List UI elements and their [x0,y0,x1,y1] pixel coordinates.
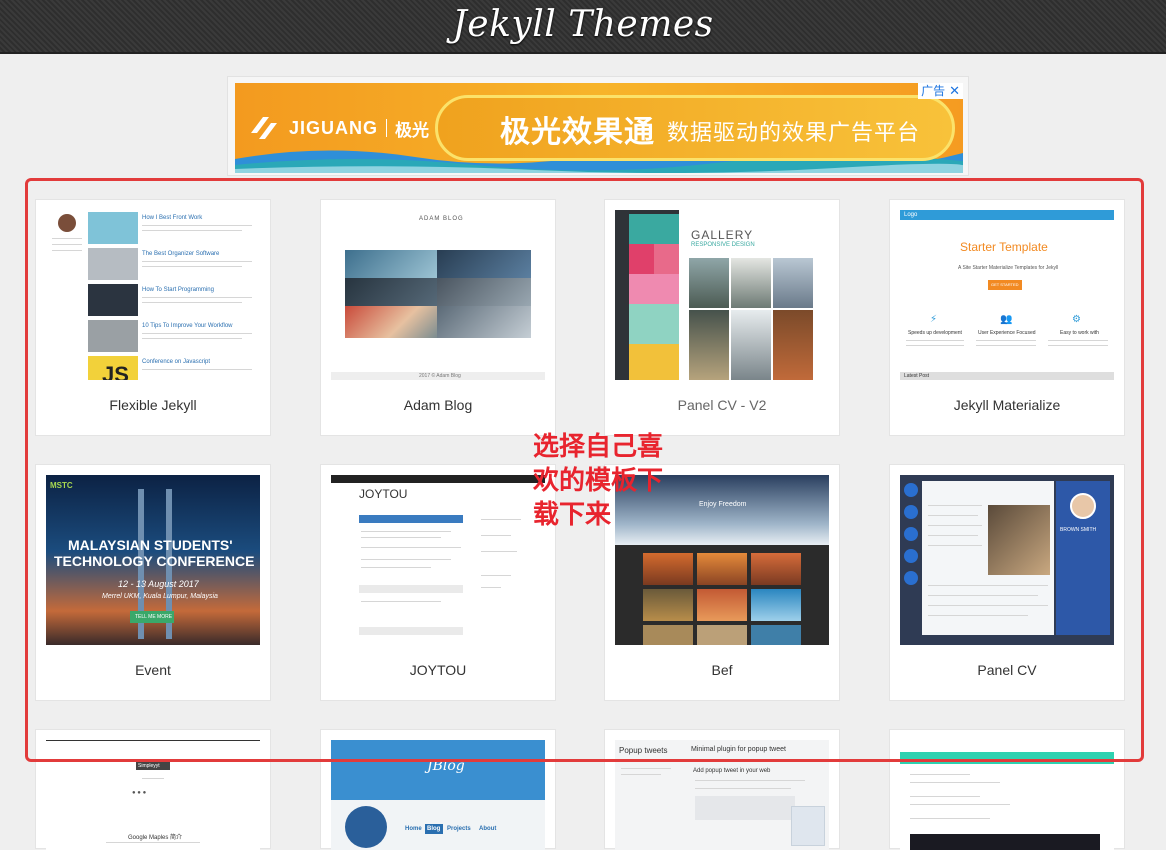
theme-title[interactable]: Adam Blog [321,397,555,413]
thumb-popup-title: Popup tweets [619,746,668,755]
theme-title[interactable]: Flexible Jekyll [36,397,270,413]
site-header: Jekyll Themes [0,0,1166,54]
ad-logo: JIGUANG 极光 [247,111,429,145]
thumb-footer: 2017 © Adam Blog [419,373,461,379]
thumb-button: GET STARTED [991,282,1019,287]
thumb-popup-heading: Add popup tweet in your web [693,768,771,774]
ad-slogan-main: 极光效果通 [500,115,655,150]
thumb-brand: ADAM BLOG [419,216,464,222]
thumb-popup-sub: Minimal plugin for popup tweet [691,746,786,753]
theme-card-jblog[interactable]: JBlog Home Blog Projects About [320,729,556,850]
thumb-heading: Starter Template [960,240,1048,254]
ad-divider [386,119,388,137]
avatar [345,806,387,848]
thumb-gallery-title: GALLERY [691,228,754,242]
ad-label: 广告 [921,84,946,98]
bolt-icon: ⚡ [930,314,938,325]
theme-thumbnail[interactable]: JOYTOU [331,475,545,645]
theme-card-adam-blog[interactable]: ADAM BLOG 2017 © Adam Blog Adam Blog [320,199,556,436]
thumb-simple-badge: Simpleyyt [138,763,160,769]
theme-card-panel-cv-v2[interactable]: GALLERY RESPONSIVE DESIGN Panel CV - V2 [604,199,840,436]
theme-card-joytou[interactable]: JOYTOU JOYTOU [320,464,556,701]
theme-thumbnail[interactable]: BROWN SMITH [900,475,1114,645]
theme-title[interactable]: Panel CV - V2 [605,397,839,413]
thumb-event-h1: MALAYSIAN STUDENTS' [68,537,233,553]
theme-card-jekyll-materialize[interactable]: Logo Starter Template A Site Starter Mat… [889,199,1125,436]
feature-title: Easy to work with [1060,330,1099,336]
site-title[interactable]: Jekyll Themes [452,4,713,45]
thumb-event-date: 12 - 13 August 2017 [118,579,199,589]
thumb-event-button: TELL ME MORE [135,614,173,620]
users-icon: 👥 [1000,314,1013,325]
theme-card-popup-tweets[interactable]: Popup tweets Minimal plugin for popup tw… [604,729,840,850]
thumb-event-h2: TECHNOLOGY CONFERENCE [54,553,255,569]
ad-frame: JIGUANG 极光 极光效果通 数据驱动的效果广告平台 广告 ✕ [227,76,969,176]
theme-thumbnail[interactable]: Popup tweets Minimal plugin for popup tw… [615,740,829,850]
theme-thumbnail[interactable]: ADAM BLOG 2017 © Adam Blog [331,210,545,380]
ad-choices-badge[interactable]: 广告 ✕ [918,83,963,99]
ad-brand: JIGUANG [289,117,379,138]
theme-card-panel-cv[interactable]: BROWN SMITH Panel CV [889,464,1125,701]
thumb-logo: Logo [904,212,918,218]
feature-title: Speeds up development [908,330,962,336]
thumb-bef-tagline: Enjoy Freedom [699,501,747,508]
theme-thumbnail[interactable] [900,740,1114,850]
ad-banner[interactable]: JIGUANG 极光 极光效果通 数据驱动的效果广告平台 广告 ✕ [235,83,963,173]
social-icons: ● ● ● [132,790,147,796]
gear-icon: ⚙ [1072,314,1081,325]
thumb-jblog-brand: JBlog [427,758,465,774]
avatar [1070,493,1096,519]
theme-card-unknown[interactable] [889,729,1125,850]
theme-thumbnail[interactable]: GALLERY RESPONSIVE DESIGN [615,210,829,380]
theme-title[interactable]: Jekyll Materialize [890,397,1124,413]
close-icon[interactable]: ✕ [949,83,960,99]
theme-thumbnail[interactable]: MSTC MALAYSIAN STUDENTS' TECHNOLOGY CONF… [46,475,260,645]
ad-brand-cn: 极光 [395,120,430,140]
thumb-jblog-nav: About [479,826,497,832]
post-title: How To Start Programming [142,287,214,293]
feature-title: User Experience Focused [978,330,1036,336]
theme-thumbnail[interactable]: How I Best Front Work The Best Organizer… [46,210,260,380]
thumb-event-venue: Merrel UKM, Kuala Lumpur, Malaysia [102,593,218,600]
theme-title[interactable]: Panel CV [890,662,1124,678]
thumb-joytou-brand: JOYTOU [359,487,408,501]
thumb-jblog-nav: Projects [447,826,471,832]
thumb-jblog-nav: Home [405,826,422,832]
thumb-event-logo: MSTC [50,481,73,490]
annotation-text: 选择自己喜欢的模板下载下来 [533,432,664,530]
theme-thumbnail[interactable]: Simpleyyt ● ● ● Google Maples 简介 [46,740,260,850]
thumb-latest: Latest Post [904,373,930,379]
theme-title[interactable]: JOYTOU [321,662,555,678]
thumb-jblog-nav: Blog [427,826,441,832]
post-title: How I Best Front Work [142,215,203,221]
thumb-gallery-sub: RESPONSIVE DESIGN [691,242,755,248]
avatar [58,214,76,232]
theme-thumbnail[interactable]: Logo Starter Template A Site Starter Mat… [900,210,1114,380]
post-title: The Best Organizer Software [142,251,220,257]
theme-title[interactable]: Bef [605,662,839,678]
post-title: Conference on Javascript [142,359,211,365]
jiguang-logo-icon [247,111,281,145]
theme-thumbnail[interactable]: JBlog Home Blog Projects About [331,740,545,850]
ad-slogan-sub: 数据驱动的效果广告平台 [667,121,921,146]
thumb-sub: A Site Starter Materialize Templates for… [958,265,1059,271]
thumb-simple-footer: Google Maples 简介 [128,835,183,841]
post-title: 10 Tips To Improve Your Workflow [142,323,233,329]
theme-title[interactable]: Event [36,662,270,678]
theme-card-event[interactable]: MSTC MALAYSIAN STUDENTS' TECHNOLOGY CONF… [35,464,271,701]
js-thumb: JS [88,356,138,380]
theme-card-simple[interactable]: Simpleyyt ● ● ● Google Maples 简介 [35,729,271,850]
theme-card-flexible-jekyll[interactable]: How I Best Front Work The Best Organizer… [35,199,271,436]
thumb-cv-name: BROWN SMITH [1060,527,1097,533]
